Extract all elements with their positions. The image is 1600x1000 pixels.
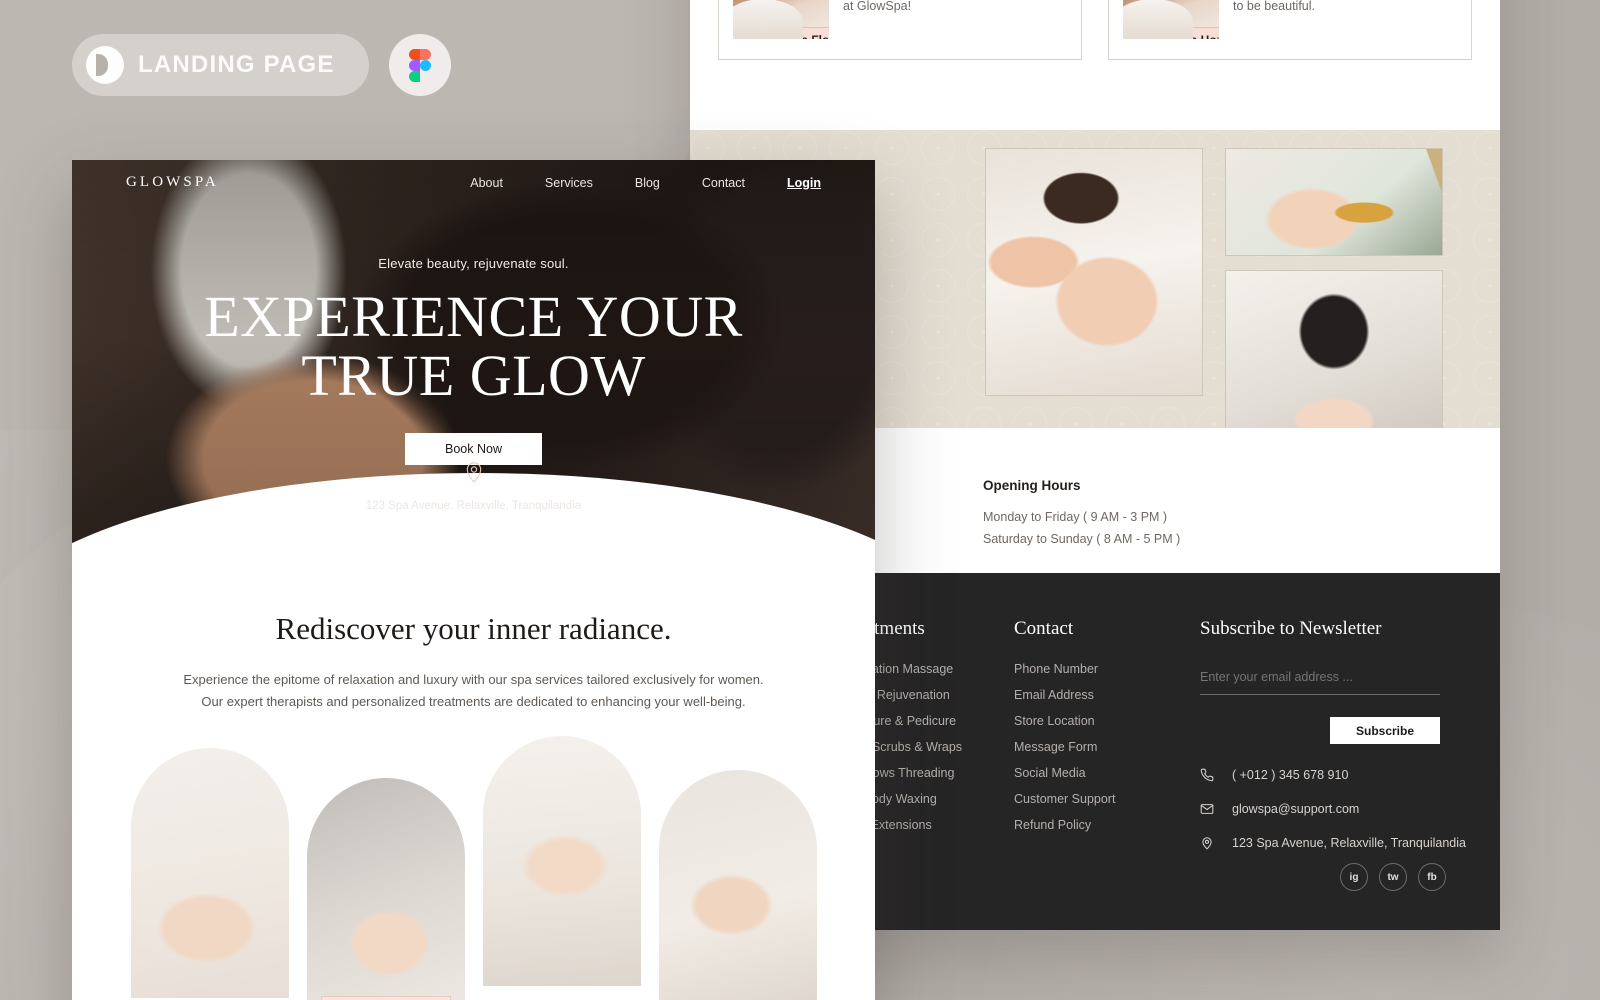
testimonial-avatar: Regina Flow [733,0,829,39]
phone-icon [1200,768,1214,782]
footer-address-text: 123 Spa Avenue, Relaxville, Tranquilandi… [1232,836,1466,850]
opening-hours-title: Opening Hours [983,478,1081,493]
footer-contact-details: ( +012 ) 345 678 910 glowspa@support.com… [1200,768,1466,870]
footer-email-row[interactable]: glowspa@support.com [1200,802,1466,816]
footer-phone-row[interactable]: ( +012 ) 345 678 910 [1200,768,1466,782]
social-links: ig tw fb [1340,863,1446,891]
envelope-icon [1200,804,1214,814]
footer-phone-text: ( +012 ) 345 678 910 [1232,768,1349,782]
intro-heading: Rediscover your inner radiance. [275,611,672,646]
figma-button[interactable] [388,34,451,96]
footer-link-contact[interactable]: Email Address [1014,688,1188,702]
opening-hours-list: Monday to Friday ( 9 AM - 3 PM ) Saturda… [983,507,1180,550]
header-badge-row: LANDING PAGE [72,34,451,96]
hero-title: EXPERIENCE YOUR TRUE GLOW [72,287,875,405]
p-circle-icon [86,46,124,84]
footer-link-contact[interactable]: Store Location [1014,714,1188,728]
newsletter-title: Subscribe to Newsletter [1200,618,1382,639]
footer-email-text: glowspa@support.com [1232,802,1360,816]
services-gallery [72,735,875,1000]
instagram-icon[interactable]: ig [1340,863,1368,891]
hero-title-line-1: EXPERIENCE YOUR [204,284,743,349]
service-caption-chip [320,995,451,1000]
footer-link-contact[interactable]: Phone Number [1014,662,1188,676]
landing-page-badge-label: LANDING PAGE [138,51,335,78]
site-navbar: GLOWSPA About Services Blog Contact Logi… [72,174,875,191]
nav-item-login[interactable]: Login [787,176,821,190]
footer-columns: Treatments Relaxation Massage Facial Rej… [840,618,1188,844]
location-pin-icon [1202,837,1212,850]
gallery-image-massage[interactable] [985,148,1203,396]
newsletter-block: Subscribe to Newsletter Subscribe [1200,618,1450,744]
testimonial-card[interactable]: Devina Hong It's a must for anyone seeki… [1108,0,1472,60]
nav-item-contact[interactable]: Contact [702,176,745,190]
nav-item-about[interactable]: About [470,176,503,190]
testimonial-quote: ambiance is tranquil, and the therapists… [843,0,912,13]
subscribe-button[interactable]: Subscribe [1330,717,1440,744]
opening-hours-row: Saturday to Sunday ( 8 AM - 5 PM ) [983,531,1181,546]
service-image-facial[interactable] [306,777,465,1000]
gallery-image-waxing[interactable] [1225,148,1443,256]
hero-title-line-2: TRUE GLOW [301,343,646,409]
facebook-icon[interactable]: fb [1418,863,1446,891]
service-image-manicure[interactable] [482,735,641,986]
testimonials-section: Regina Flow ambiance is tranquil, and th… [690,0,1500,130]
main-page-mockup: GLOWSPA About Services Blog Contact Logi… [72,160,875,1000]
footer-link-contact[interactable]: Refund Policy [1014,818,1188,832]
footer-link-contact[interactable]: Message Form [1014,740,1188,754]
location-pin-icon [466,462,481,483]
testimonial-cards: Regina Flow ambiance is tranquil, and th… [690,0,1500,60]
footer-link-contact[interactable]: Customer Support [1014,792,1188,806]
nav-item-blog[interactable]: Blog [635,176,660,190]
intro-line-2: Our expert therapists and personalized t… [201,694,746,710]
hero-eyebrow: Elevate beauty, rejuvenate soul. [378,256,569,271]
intro-line-1: Experience the epitome of relaxation and… [183,672,764,687]
nav-item-services[interactable]: Services [545,176,593,190]
intro-section: Rediscover your inner radiance. Experien… [72,553,875,714]
landing-page-badge[interactable]: LANDING PAGE [72,34,369,96]
service-image-lash[interactable] [658,769,817,1000]
intro-paragraph: Experience the epitome of relaxation and… [72,669,875,714]
service-image-body-massage[interactable] [130,747,289,998]
hero-address-block: 123 Spa Avenue, Relaxville, Tranquilandi… [72,460,875,514]
testimonial-quote: It's a must for anyone seeking a holisti… [1233,0,1316,13]
opening-hours-row: Monday to Friday ( 9 AM - 3 PM ) [983,510,1168,524]
footer-contact-title: Contact [1014,618,1074,639]
hero-content: Elevate beauty, rejuvenate soul. EXPERIE… [72,256,875,466]
footer-link-contact[interactable]: Social Media [1014,766,1188,780]
footer-column-contact: Contact Phone Number Email Address Store… [1014,618,1188,844]
testimonial-card[interactable]: Regina Flow ambiance is tranquil, and th… [718,0,1082,60]
testimonial-name: Devina Hong [1141,27,1219,39]
brand-logo[interactable]: GLOWSPA [126,174,219,191]
gallery-image-lash[interactable] [1225,270,1443,450]
newsletter-email-input[interactable] [1200,666,1440,695]
hero-section: GLOWSPA About Services Blog Contact Logi… [72,160,875,553]
nav-links: About Services Blog Contact Login [470,176,821,190]
twitter-icon[interactable]: tw [1379,863,1407,891]
testimonial-avatar: Devina Hong [1123,0,1219,39]
figma-icon [408,49,431,82]
testimonial-name: Regina Flow [751,27,829,39]
hero-address-text: 123 Spa Avenue, Relaxville, Tranquilandi… [365,500,582,512]
footer-address-row[interactable]: 123 Spa Avenue, Relaxville, Tranquilandi… [1200,836,1466,850]
